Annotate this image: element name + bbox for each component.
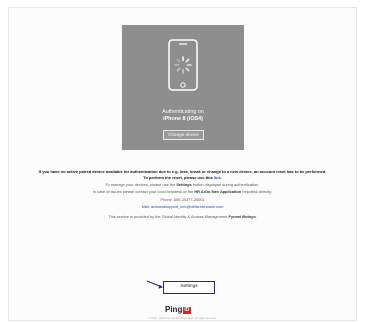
authenticating-status-text: Authenticating on [162,109,204,115]
helpdesk-text: In case of issues please contact your lo… [92,189,273,194]
helpdesk-phone: Phone: 600-25377-25001 [160,197,205,202]
loading-spinner-icon [174,56,192,74]
ping-identity-logo: Ping ID [165,305,191,314]
reset-notice-line2: To perform the reset, please use this li… [143,175,222,180]
reset-link[interactable]: link [214,175,221,180]
helpdesk-mail-link[interactable]: Mail: ardoandsupport_info@delta-bkhbank.… [0,204,365,209]
authentication-card: Authenticating on iPhone 8 (iOS4) Change… [122,25,244,150]
reset-notice-line1: If you have no active paired device avai… [38,169,327,174]
copyright-footer: © 2003 - 2019 Ping Identity Corporation.… [148,317,217,320]
device-name: iPhone 8 (iOS4) [163,116,203,122]
smartphone-icon [168,39,198,91]
settings-button[interactable]: Settings [163,281,215,294]
manage-devices-text: To manage your devices, please use the S… [105,182,260,187]
service-provider-text: This service is provided by the Global I… [108,214,257,219]
change-device-button[interactable]: Change device [163,130,204,140]
